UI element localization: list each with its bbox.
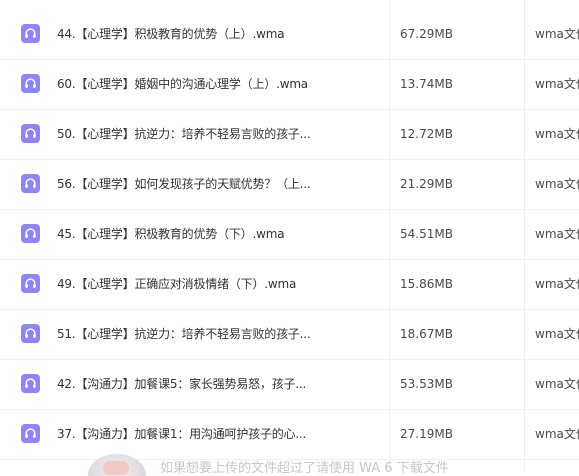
file-type: wma文件: [535, 377, 579, 391]
file-type: wma文件: [535, 177, 579, 191]
file-size: 53.53MB: [400, 377, 453, 391]
file-name[interactable]: 42.【沟通力】加餐课5：家长强势易怒，孩子...: [57, 376, 306, 392]
file-name[interactable]: 49.【心理学】正确应对消极情绪（下）.wma: [57, 276, 296, 292]
file-type: wma文件: [535, 327, 579, 341]
banner-avatar-detail: [103, 461, 129, 475]
file-size: 15.86MB: [400, 277, 453, 291]
audio-file-icon: [21, 124, 40, 143]
file-name[interactable]: 56.【心理学】如何发现孩子的天赋优势？（上...: [57, 176, 311, 192]
file-size: 54.51MB: [400, 227, 453, 241]
file-name[interactable]: 60.【心理学】婚姻中的沟通心理学（上）.wma: [57, 76, 308, 92]
file-type: wma文件: [535, 277, 579, 291]
file-row[interactable]: 49.【心理学】正确应对消极情绪（下）.wma 15.86MB wma文件: [0, 260, 579, 310]
bottom-banner: 如果想要上传的文件超过了请使用 WA 6 下载文件: [0, 452, 579, 476]
file-size: 67.29MB: [400, 27, 453, 41]
audio-file-icon: [21, 74, 40, 93]
file-size: 12.72MB: [400, 127, 453, 141]
file-name[interactable]: 45.【心理学】积极教育的优势（下）.wma: [57, 226, 285, 242]
file-name[interactable]: 50.【心理学】抗逆力：培养不轻易言败的孩子...: [57, 126, 311, 142]
file-row[interactable]: 51.【心理学】抗逆力：培养不轻易言败的孩子... 18.67MB wma文件: [0, 310, 579, 360]
file-size: 18.67MB: [400, 327, 453, 341]
file-type: wma文件: [535, 227, 579, 241]
banner-text: 如果想要上传的文件超过了请使用 WA 6 下载文件: [160, 461, 449, 476]
audio-file-icon: [21, 174, 40, 193]
file-row[interactable]: 56.【心理学】如何发现孩子的天赋优势？（上... 21.29MB wma文件: [0, 160, 579, 210]
audio-file-icon: [21, 424, 40, 443]
audio-file-icon: [21, 374, 40, 393]
file-size: 27.19MB: [400, 427, 453, 441]
file-type: wma文件: [535, 427, 579, 441]
file-name[interactable]: 51.【心理学】抗逆力：培养不轻易言败的孩子...: [57, 326, 311, 342]
audio-file-icon: [21, 324, 40, 343]
file-browser-window: 44.【心理学】积极教育的优势（上）.wma67.29MBwma文件60.【心理…: [0, 0, 579, 476]
file-name[interactable]: 37.【沟通力】加餐课1：用沟通呵护孩子的心...: [57, 426, 306, 442]
file-type: wma文件: [535, 27, 579, 41]
file-row[interactable]: 60.【心理学】婚姻中的沟通心理学（上）.wma 13.74MB wma文件: [0, 60, 579, 110]
audio-file-icon: [21, 274, 40, 293]
file-row[interactable]: 50.【心理学】抗逆力：培养不轻易言败的孩子... 12.72MB wma文件: [0, 110, 579, 160]
file-row[interactable]: 44.【心理学】积极教育的优势（上）.wma 67.29MB wma文件: [0, 10, 579, 60]
file-name[interactable]: 44.【心理学】积极教育的优势（上）.wma: [57, 26, 285, 42]
file-size: 21.29MB: [400, 177, 453, 191]
file-type: wma文件: [535, 127, 579, 141]
file-size: 13.74MB: [400, 77, 453, 91]
file-type: wma文件: [535, 77, 579, 91]
audio-file-icon: [21, 224, 40, 243]
file-row[interactable]: 45.【心理学】积极教育的优势（下）.wma 54.51MB wma文件: [0, 210, 579, 260]
audio-file-icon: [21, 24, 40, 43]
file-row[interactable]: 42.【沟通力】加餐课5：家长强势易怒，孩子... 53.53MB wma文件: [0, 360, 579, 410]
